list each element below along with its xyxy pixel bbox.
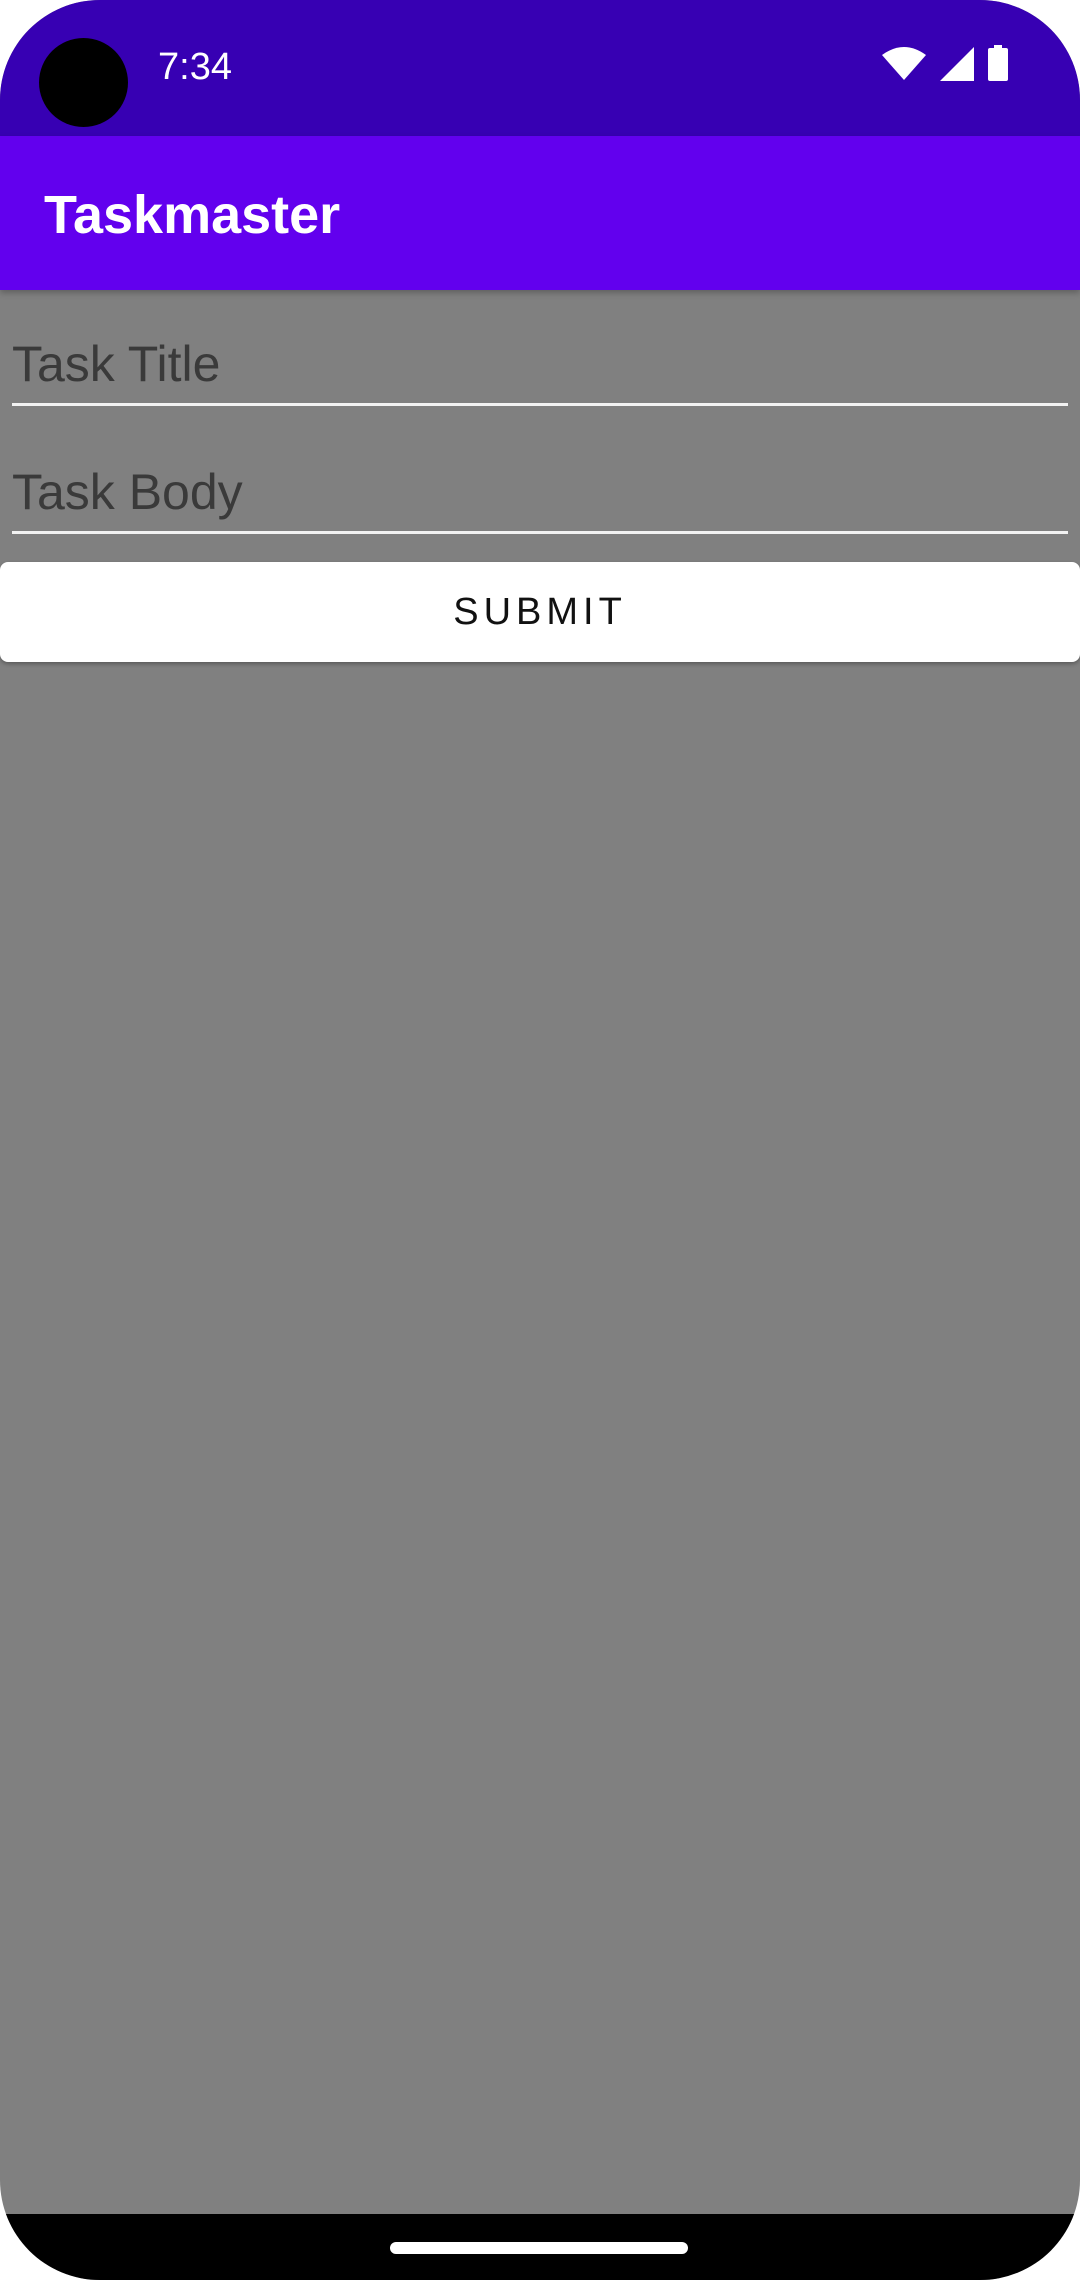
task-title-field-wrapper (12, 310, 1068, 410)
task-body-field-wrapper (12, 438, 1068, 538)
home-gesture-handle[interactable] (390, 2242, 688, 2254)
camera-cutout (39, 38, 128, 127)
task-body-input[interactable] (12, 438, 1068, 534)
status-bar: 7:34 (0, 0, 1080, 136)
battery-icon (988, 45, 1008, 86)
navigation-bar (0, 2214, 1080, 2280)
device-screen: 7:34 Taskmaster Task Title Task Body SUB… (0, 0, 1080, 2280)
wifi-icon (882, 47, 926, 86)
status-icons (882, 45, 1008, 86)
task-title-input[interactable] (12, 310, 1068, 406)
cellular-signal-icon (940, 47, 974, 86)
status-time: 7:34 (158, 46, 232, 88)
app-bar: Taskmaster (0, 136, 1080, 290)
submit-button[interactable]: SUBMIT (0, 562, 1080, 662)
app-title: Taskmaster (44, 185, 341, 245)
